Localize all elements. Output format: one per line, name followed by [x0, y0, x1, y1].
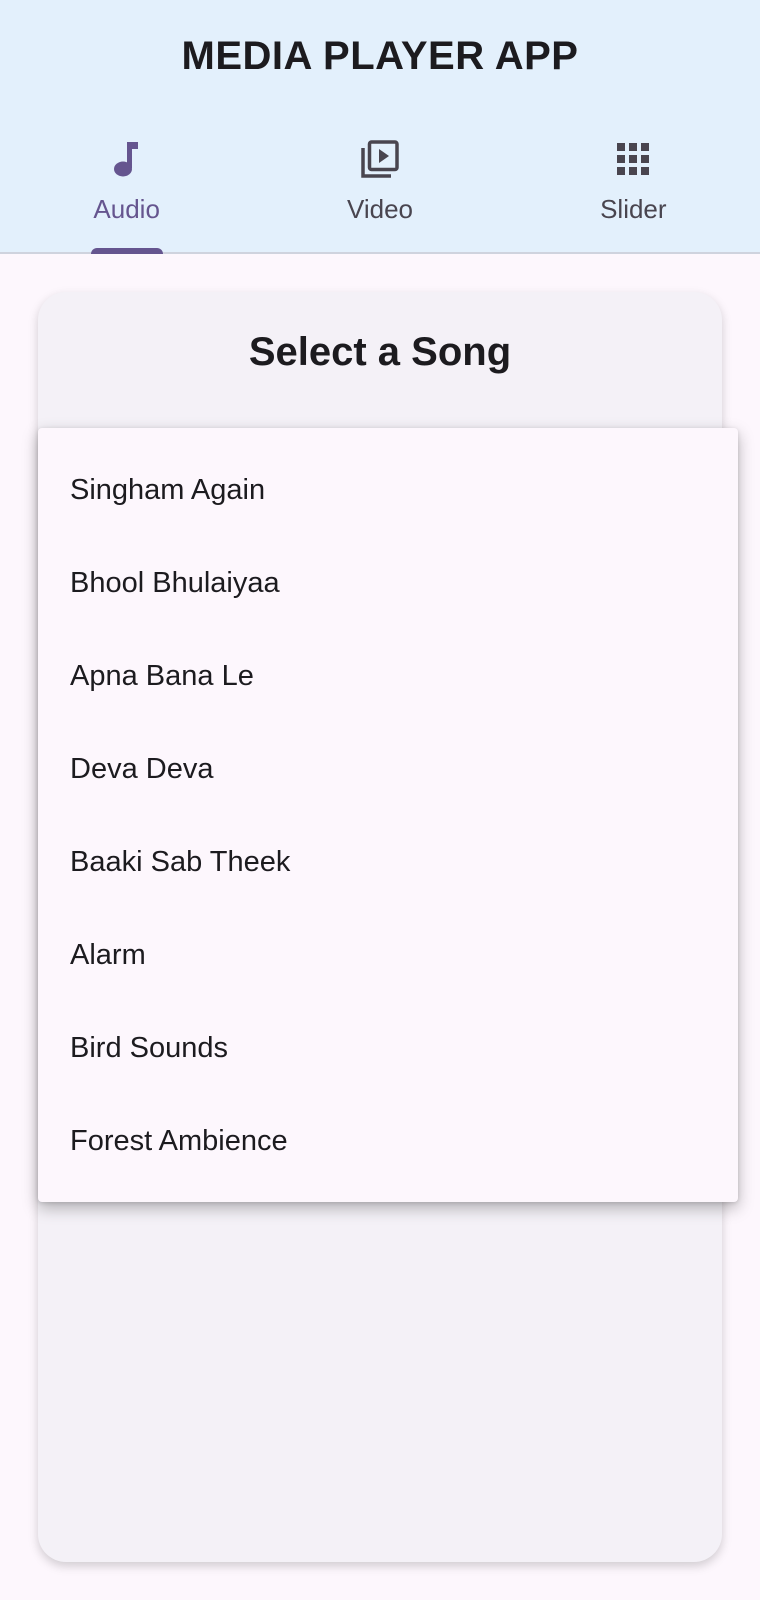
menu-item-singham-again[interactable]: Singham Again [38, 444, 738, 537]
active-tab-indicator [90, 248, 163, 254]
app-title: MEDIA PLAYER APP [181, 34, 579, 78]
menu-item-baaki-sab-theek[interactable]: Baaki Sab Theek [38, 816, 738, 909]
app-bar: MEDIA PLAYER APP Audio Video Slider [0, 0, 760, 254]
menu-item-alarm[interactable]: Alarm [38, 909, 738, 1002]
menu-item-forest-ambience[interactable]: Forest Ambience [38, 1095, 738, 1188]
grid-icon [612, 138, 654, 180]
menu-item-apna-bana-le[interactable]: Apna Bana Le [38, 630, 738, 723]
media-player-app: MEDIA PLAYER APP Audio Video Slider Sele… [0, 0, 760, 1600]
music-note-icon [106, 138, 148, 180]
song-dropdown-menu: Singham Again Bhool Bhulaiyaa Apna Bana … [38, 428, 738, 1202]
tab-video[interactable]: Video [253, 130, 506, 254]
menu-item-bird-sounds[interactable]: Bird Sounds [38, 1002, 738, 1095]
tab-video-label: Video [346, 194, 413, 224]
tab-slider-label: Slider [600, 194, 667, 224]
tab-audio-label: Audio [93, 194, 160, 224]
menu-item-deva-deva[interactable]: Deva Deva [38, 723, 738, 816]
card-title: Select a Song [248, 330, 512, 374]
tab-audio[interactable]: Audio [0, 130, 253, 254]
tab-slider[interactable]: Slider [507, 130, 760, 254]
tab-bar: Audio Video Slider [0, 130, 760, 254]
menu-item-bhool-bhulaiyaa[interactable]: Bhool Bhulaiyaa [38, 537, 738, 630]
video-library-icon [359, 138, 401, 180]
